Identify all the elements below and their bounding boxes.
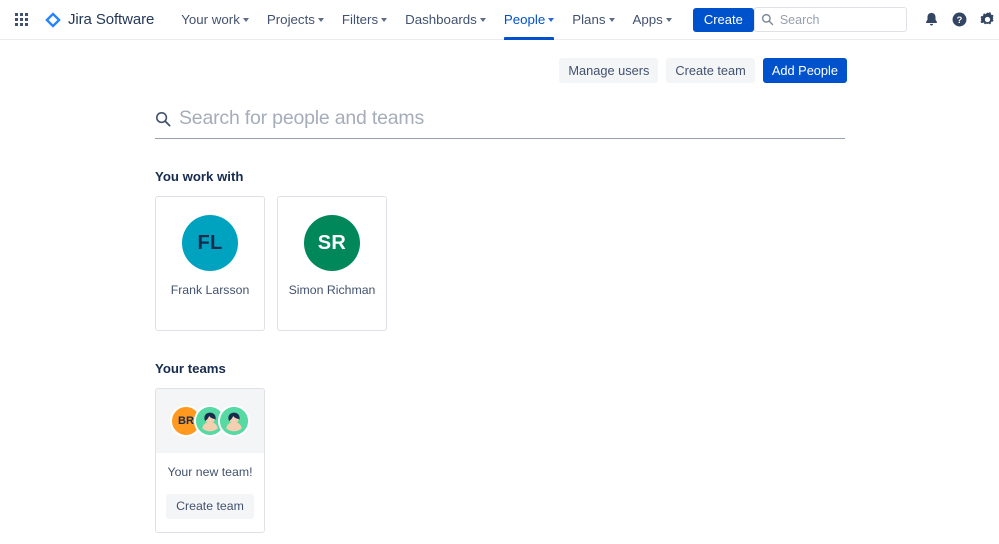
person-card[interactable]: SR Simon Richman [277, 196, 387, 331]
avatar-initials: SR [318, 232, 346, 255]
search-icon [155, 111, 171, 127]
person-card[interactable]: FL Frank Larsson [155, 196, 265, 331]
nav-item-label: Projects [267, 12, 315, 27]
people-search-input[interactable] [179, 107, 845, 130]
chevron-down-icon [318, 18, 324, 22]
nav-item-plans[interactable]: Plans [563, 0, 623, 40]
notifications-button[interactable] [919, 7, 945, 33]
gear-icon [979, 11, 996, 28]
avatar-placeholder [218, 405, 250, 437]
chevron-down-icon [609, 18, 615, 22]
create-team-button[interactable]: Create team [666, 58, 754, 83]
global-search-input[interactable] [780, 13, 906, 27]
nav-item-label: Apps [633, 12, 663, 27]
create-button[interactable]: Create [693, 8, 754, 32]
nav-item-projects[interactable]: Projects [258, 0, 333, 40]
help-button[interactable]: ? [947, 7, 973, 33]
nav-item-label: People [504, 12, 545, 27]
your-teams-heading: Your teams [155, 361, 999, 376]
manage-users-button[interactable]: Manage users [559, 58, 658, 83]
nav-item-label: Your work [181, 12, 240, 27]
brand-name: Jira Software [68, 11, 154, 28]
question-circle-icon: ? [951, 11, 968, 28]
nav-item-people[interactable]: People [495, 0, 563, 40]
chevron-down-icon [243, 18, 249, 22]
avatar: SR [304, 215, 360, 271]
app-switcher-button[interactable] [8, 7, 34, 33]
nav-item-filters[interactable]: Filters [333, 0, 396, 40]
chevron-down-icon [480, 18, 486, 22]
jira-software-home-link[interactable]: Jira Software [40, 8, 160, 32]
chevron-down-icon [666, 18, 672, 22]
nav-right-actions: ? BR [754, 7, 999, 33]
teams-card-row: BR [155, 388, 999, 533]
team-card-body: Your new team! Create team [156, 453, 264, 532]
team-card[interactable]: BR [155, 388, 265, 533]
bell-icon [923, 11, 940, 28]
page-action-bar: Manage users Create team Add People [0, 40, 999, 83]
add-people-button[interactable]: Add People [763, 58, 847, 83]
avatar-initials: BR [178, 415, 194, 427]
person-name: Frank Larsson [167, 283, 254, 298]
nav-item-label: Plans [572, 12, 605, 27]
primary-nav-items: Your work Projects Filters Dashboards Pe… [172, 0, 681, 40]
jira-diamond-logo [44, 11, 62, 29]
create-team-cta-button[interactable]: Create team [166, 494, 254, 519]
team-member-avatar-stack: BR [170, 405, 250, 437]
person-silhouette-icon [220, 407, 248, 435]
nav-item-label: Filters [342, 12, 378, 27]
nav-item-dashboards[interactable]: Dashboards [396, 0, 495, 40]
chevron-down-icon [548, 18, 554, 22]
you-work-with-heading: You work with [155, 169, 999, 184]
svg-text:?: ? [957, 15, 963, 25]
nav-item-your-work[interactable]: Your work [172, 0, 258, 40]
nav-item-label: Dashboards [405, 12, 477, 27]
global-search-field[interactable] [754, 7, 907, 32]
top-navigation-bar: Jira Software Your work Projects Filters… [0, 0, 999, 40]
page-content: Manage users Create team Add People You … [0, 40, 999, 533]
people-search-field[interactable] [155, 107, 845, 139]
team-card-header: BR [156, 389, 264, 453]
settings-button[interactable] [975, 7, 999, 33]
person-name: Simon Richman [285, 283, 380, 298]
team-name: Your new team! [168, 465, 253, 480]
chevron-down-icon [381, 18, 387, 22]
avatar: FL [182, 215, 238, 271]
people-card-row: FL Frank Larsson SR Simon Richman [155, 196, 999, 331]
avatar-initials: FL [197, 232, 222, 255]
search-icon [761, 13, 774, 26]
grid-apps-icon [15, 13, 28, 26]
nav-item-apps[interactable]: Apps [624, 0, 681, 40]
